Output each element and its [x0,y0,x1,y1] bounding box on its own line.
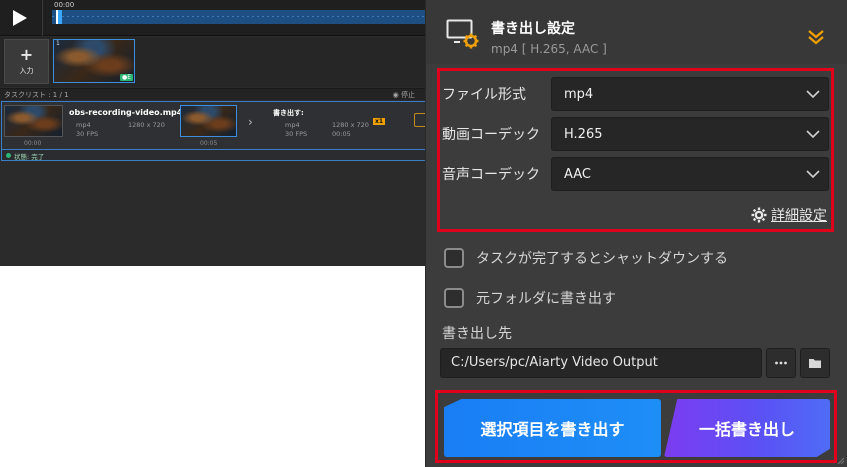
app-window: 00:00 + 入力 1 ●E タスクリスト : 1 / 1 ◉ 停止 obs-… [0,0,847,467]
source-folder-checkbox-row[interactable]: 元フォルダに書き出す [444,287,616,309]
output-format: mp4 [285,121,300,129]
play-icon [13,10,27,26]
file-format-row: ファイル形式 mp4 [440,77,831,111]
thumbnail-badge: ●E [119,74,133,81]
file-format-value: mp4 [564,87,594,102]
advanced-settings-link[interactable]: 詳細設定 [751,205,827,225]
task-filename: obs-recording-video.mp4 [69,108,183,117]
output-resolution: 1280 x 720 [332,121,369,129]
status-dot-icon [6,153,11,158]
task-list-header: タスクリスト : 1 / 1 ◉ 停止 [0,88,425,100]
file-format-select[interactable]: mp4 [551,77,829,111]
resize-grip-icon[interactable] [835,455,845,465]
panel-header: 書き出し設定 mp4 [ H.265, AAC ] [426,0,847,64]
source-format: mp4 [76,121,91,129]
video-codec-label: 動画コーデック [442,127,540,143]
export-all-button[interactable]: 一括書き出し [664,399,830,457]
codec-settings-group: ファイル形式 mp4 動画コーデック H.265 音声コーデック AAC 詳細設… [437,68,834,232]
task-count: タスクリスト : 1 / 1 [4,91,69,99]
chevron-down-icon [806,170,820,179]
source-fps: 30 FPS [76,130,99,138]
output-label: 書き出す: [273,109,304,117]
output-directory-field[interactable]: C:/Users/pc/Aiarty Video Output [440,348,762,378]
task-status-text: 状態: 完了 [14,153,45,161]
timeline-track[interactable] [52,10,425,24]
panel-title: 書き出し設定 [491,21,575,37]
timeline-toolbar: 00:00 [0,0,425,36]
toolbar-divider [42,0,43,36]
shutdown-checkbox[interactable] [444,248,464,268]
advanced-settings-label: 詳細設定 [771,208,827,224]
output-thumbnail [180,105,237,137]
shutdown-label: タスクが完了するとシャットダウンする [476,251,728,267]
stop-button[interactable]: ◉ 停止 [393,90,415,100]
source-folder-label: 元フォルダに書き出す [476,291,616,307]
export-buttons-group: 選択項目を書き出す 一括書き出し [435,390,837,463]
media-bin: + 入力 1 ●E [0,37,425,87]
timeline-time: 00:00 [54,1,75,9]
audio-codec-row: 音声コーデック AAC [440,157,831,191]
thumbnail-index: 1 [56,40,60,47]
panel-subtitle: mp4 [ H.265, AAC ] [491,42,607,56]
chevron-right-icon: › [248,115,253,129]
add-input-label: 入力 [19,67,34,75]
collapse-chevron-icon[interactable] [806,28,826,46]
folder-icon [809,359,821,368]
audio-codec-value: AAC [564,167,591,182]
more-dots-icon [775,361,787,365]
output-directory-label: 書き出し先 [442,326,512,342]
task-status-bar: 状態: 完了 [1,150,425,161]
source-resolution: 1280 x 720 [128,121,165,129]
export-settings-panel: 書き出し設定 mp4 [ H.265, AAC ] ファイル形式 mp4 動画コ… [425,0,847,467]
output-fps: 30 FPS [285,130,308,138]
output-duration: 00:05 [332,130,351,138]
open-folder-button[interactable] [800,348,830,378]
video-codec-value: H.265 [564,127,603,142]
export-settings-icon [446,19,479,49]
play-button[interactable] [6,5,34,31]
editor-area: 00:00 + 入力 1 ●E タスクリスト : 1 / 1 ◉ 停止 obs-… [0,0,426,266]
browse-button[interactable] [766,348,796,378]
output-duration-under-thumb: 00:05 [200,140,218,147]
task-list-item[interactable]: obs-recording-video.mp4 mp4 1280 x 720 3… [1,101,426,150]
video-codec-select[interactable]: H.265 [551,117,829,151]
gear-icon [751,207,767,223]
add-input-button[interactable]: + 入力 [4,39,49,84]
plus-icon: + [19,45,34,64]
audio-codec-select[interactable]: AAC [551,157,829,191]
source-start-time: 00:00 [24,140,42,147]
shutdown-checkbox-row[interactable]: タスクが完了するとシャットダウンする [444,247,728,269]
media-thumbnail[interactable]: 1 ●E [53,39,135,83]
export-selected-button[interactable]: 選択項目を書き出す [444,399,661,457]
chevron-down-icon [806,130,820,139]
video-thumbnail-image [5,106,62,136]
timeline-playhead[interactable] [56,10,62,24]
chevron-down-icon [806,90,820,99]
source-thumbnail [4,105,63,137]
scale-badge: x1 [373,118,386,125]
video-thumbnail-image [181,106,236,136]
audio-codec-label: 音声コーデック [442,167,540,183]
video-codec-row: 動画コーデック H.265 [440,117,831,151]
file-format-label: ファイル形式 [442,87,526,103]
source-folder-checkbox[interactable] [444,288,464,308]
